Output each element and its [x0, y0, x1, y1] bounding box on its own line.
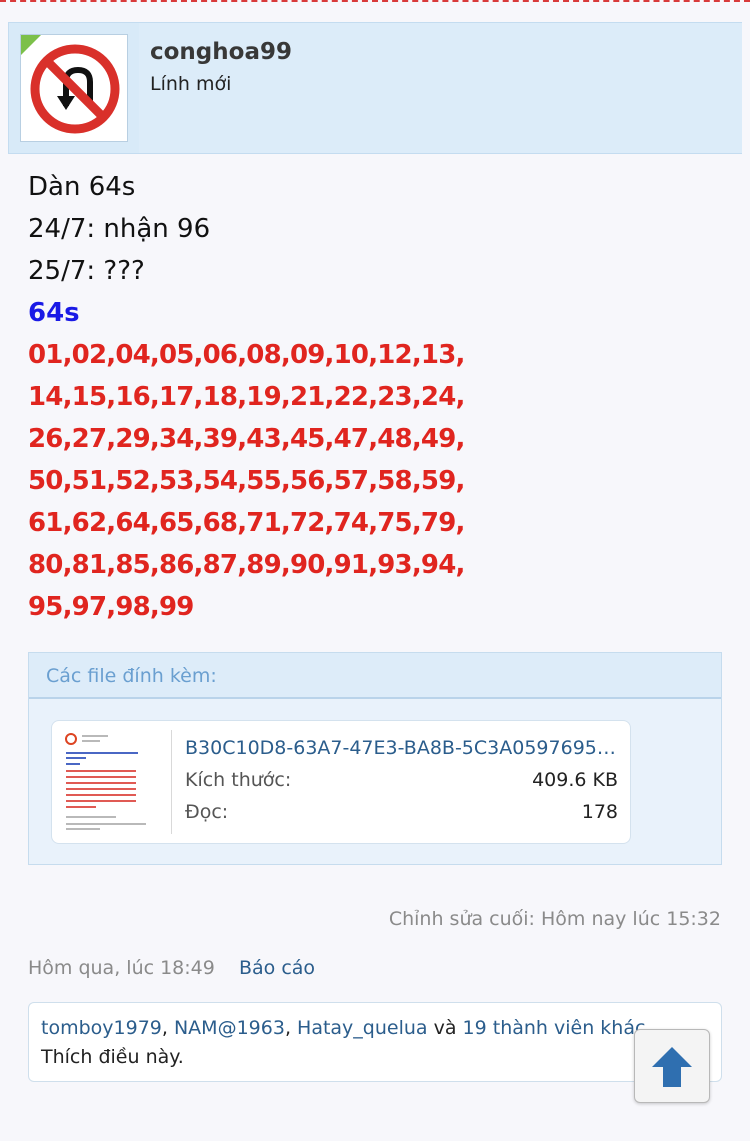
user-rank: Lính mới: [150, 73, 232, 95]
post-user-header: conghoa99 Lính mới: [8, 22, 742, 154]
no-u-turn-sign-icon: [30, 44, 120, 134]
post-highlight: 64s: [28, 298, 80, 328]
thumbnail-line: [66, 788, 136, 790]
thumbnail-line: [66, 763, 80, 765]
number-row: 61,62,64,65,68,71,72,74,75,79,: [28, 508, 465, 538]
like-user-link[interactable]: Hatay_quelua: [297, 1017, 428, 1039]
like-user-link[interactable]: NAM@1963: [174, 1017, 285, 1039]
thumbnail-line: [66, 782, 136, 784]
arrow-up-icon: [652, 1047, 692, 1087]
number-row: 80,81,85,86,87,89,90,91,93,94,: [28, 550, 465, 580]
last-edited-note: Chỉnh sửa cuối: Hôm nay lúc 15:32: [388, 908, 721, 930]
likes-separator: ,: [284, 1017, 298, 1039]
thumbnail-line: [66, 806, 96, 808]
attachment-file-name[interactable]: B30C10D8-63A7-47E3-BA8B-5C3A05976952...: [185, 737, 625, 759]
number-row: 95,97,98,99: [28, 592, 194, 622]
post-line: 25/7: ???: [28, 256, 145, 286]
number-row: 26,27,29,34,39,43,45,47,48,49,: [28, 424, 465, 454]
post-date[interactable]: Hôm qua, lúc 18:49: [28, 957, 215, 979]
scroll-to-top-button[interactable]: [634, 1029, 710, 1103]
post-line: 24/7: nhận 96: [28, 214, 211, 244]
post-content: Dàn 64s 24/7: nhận 96 25/7: ??? 64s 01,0…: [28, 166, 728, 628]
thumbnail-line: [66, 794, 136, 796]
like-user-link[interactable]: tomboy1979: [41, 1017, 162, 1039]
thumbnail-line: [66, 776, 136, 778]
report-link[interactable]: Báo cáo: [239, 957, 315, 979]
thumbnail-line: [82, 735, 108, 737]
file-size-label: Kích thước:: [185, 769, 292, 791]
user-info-panel: conghoa99 Lính mới: [139, 23, 742, 153]
thumbnail-line: [66, 800, 136, 802]
likes-separator: ,: [161, 1017, 174, 1039]
file-size-value: 409.6 KB: [532, 769, 618, 791]
file-reads-value: 178: [581, 801, 618, 823]
thumbnail-line: [66, 828, 100, 830]
thumbnail-avatar: [65, 733, 77, 745]
thumbnail-line: [66, 757, 86, 759]
likes-text: Thích điều này.: [41, 1046, 184, 1068]
thumbnail-line: [66, 823, 146, 825]
thumbnail-line: [66, 816, 116, 818]
attachments-title: Các file đính kèm:: [29, 653, 721, 699]
likes-users: tomboy1979, NAM@1963, Hatay_quelua và 19…: [41, 1017, 645, 1039]
likes-conjunction: và: [427, 1017, 463, 1039]
likes-summary: tomboy1979, NAM@1963, Hatay_quelua và 19…: [28, 1002, 722, 1082]
attachments-section: Các file đính kèm: B30C10D8-63A7-47E3-BA…: [28, 652, 722, 865]
number-row: 50,51,52,53,54,55,56,57,58,59,: [28, 466, 465, 496]
thumbnail-line: [66, 770, 136, 772]
post-line: Dàn 64s: [28, 172, 136, 202]
avatar[interactable]: [20, 34, 128, 142]
thumbnail-line: [66, 752, 138, 754]
likes-others-link[interactable]: 19 thành viên khác: [463, 1017, 646, 1039]
username[interactable]: conghoa99: [150, 39, 292, 65]
number-row: 14,15,16,17,18,19,21,22,23,24,: [28, 382, 465, 412]
attachment-thumbnail[interactable]: [62, 730, 172, 834]
thumbnail-line: [82, 740, 100, 742]
file-reads-label: Đọc:: [185, 801, 229, 823]
number-row: 01,02,04,05,06,08,09,10,12,13,: [28, 340, 465, 370]
top-dashed-divider: [0, 0, 750, 4]
attachment-card[interactable]: B30C10D8-63A7-47E3-BA8B-5C3A05976952... …: [51, 720, 631, 844]
